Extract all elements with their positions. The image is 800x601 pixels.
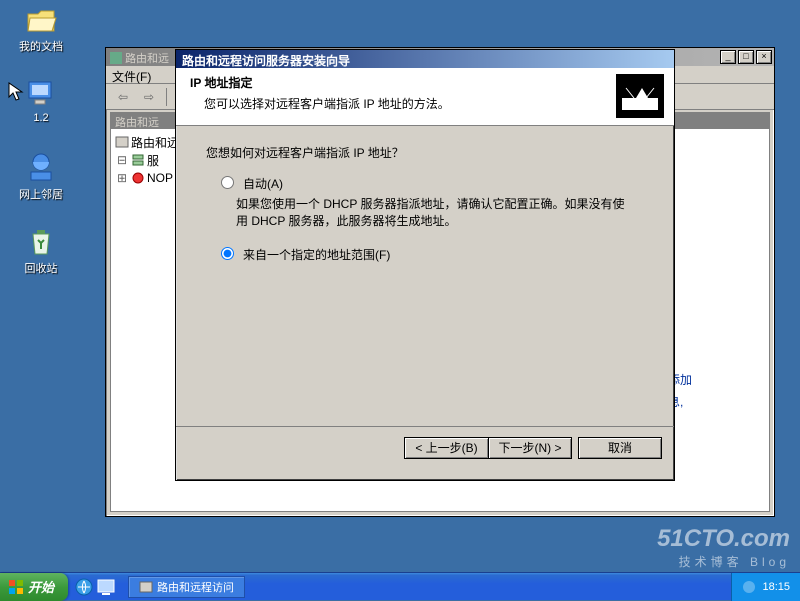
mmc-child-title-text: 路由和远 <box>115 117 159 129</box>
desktop-icon-label: 网上邻居 <box>6 186 76 202</box>
radio-range-label: 来自一个指定的地址范围(F) <box>243 246 390 263</box>
wizard-header-icon <box>616 74 664 118</box>
radio-range[interactable] <box>221 247 234 260</box>
wizard-dialog: 路由和远程访问服务器安装向导 IP 地址指定 您可以选择对远程客户端指派 IP … <box>175 49 675 481</box>
radio-option-auto[interactable]: 自动(A) <box>216 175 644 192</box>
cancel-button[interactable]: 取消 <box>578 437 662 459</box>
ie-icon[interactable] <box>74 577 94 597</box>
next-button[interactable]: 下一步(N) > <box>488 437 572 459</box>
tree-collapse-icon[interactable]: ⊟ <box>115 153 129 167</box>
desktop-icon-label: 回收站 <box>6 260 76 276</box>
wizard-nav-buttons: < 上一步(B) 下一步(N) > <box>404 437 572 459</box>
windows-logo-icon <box>8 579 24 595</box>
folder-open-icon <box>25 4 57 36</box>
maximize-button[interactable]: □ <box>738 50 754 64</box>
app-icon <box>110 52 122 64</box>
tree-label: 路由和远 <box>131 134 179 151</box>
watermark-small: 技术博客 Blog <box>657 553 790 570</box>
radio-auto-label: 自动(A) <box>243 175 283 192</box>
tree-label: NOP <box>147 171 173 185</box>
start-button[interactable]: 开始 <box>0 573 68 601</box>
toolbar-forward-button[interactable]: ⇨ <box>138 87 160 107</box>
taskbar: 开始 路由和远程访问 18:15 <box>0 572 800 600</box>
wizard-body: 您想如何对远程客户端指派 IP 地址？ 自动(A) 如果您使用一个 DHCP 服… <box>176 126 674 426</box>
desktop-icon-network[interactable]: 网上邻居 <box>6 152 76 202</box>
tree-label: 服 <box>147 152 159 169</box>
menu-file[interactable]: 文件(F) <box>112 70 151 84</box>
desktop-icon-label: 我的文档 <box>6 38 76 54</box>
wizard-subheading: 您可以选择对远程客户端指派 IP 地址的方法。 <box>190 95 660 112</box>
wizard-footer: < 上一步(B) 下一步(N) > 取消 <box>176 426 674 468</box>
toolbar-separator <box>166 88 167 106</box>
watermark-big: 51CTO.com <box>657 525 790 553</box>
recycle-bin-icon <box>25 226 57 258</box>
wizard-question: 您想如何对远程客户端指派 IP 地址？ <box>206 144 644 161</box>
system-tray[interactable]: 18:15 <box>731 573 800 601</box>
close-button[interactable]: × <box>756 50 772 64</box>
clock: 18:15 <box>762 581 790 593</box>
task-label: 路由和远程访问 <box>157 579 234 595</box>
wizard-heading: IP 地址指定 <box>190 74 660 91</box>
network-places-icon <box>25 152 57 184</box>
tree-expand-icon[interactable]: ⊞ <box>115 171 129 185</box>
minimize-button[interactable]: _ <box>720 50 736 64</box>
radio-auto[interactable] <box>221 176 234 189</box>
quicklaunch <box>68 577 122 597</box>
watermark: 51CTO.com 技术博客 Blog <box>657 525 790 570</box>
desktop-icon-computer[interactable]: 1.2 <box>6 78 76 124</box>
desktop-show-icon[interactable] <box>96 577 116 597</box>
desktop-icon-label: 1.2 <box>6 112 76 124</box>
taskbar-button-rras[interactable]: 路由和远程访问 <box>128 576 245 598</box>
computer-icon <box>25 78 57 110</box>
radio-auto-description: 如果您使用一个 DHCP 服务器指派地址，请确认它配置正确。如果没有使用 DHC… <box>236 196 626 230</box>
mmc-title-text: 路由和远 <box>125 53 169 65</box>
wizard-title-text: 路由和远程访问服务器安装向导 <box>182 54 350 68</box>
start-label: 开始 <box>28 577 54 596</box>
wizard-titlebar[interactable]: 路由和远程访问服务器安装向导 <box>176 50 674 68</box>
toolbar-back-button[interactable]: ⇦ <box>112 87 134 107</box>
desktop-icon-documents[interactable]: 我的文档 <box>6 4 76 54</box>
wizard-header: IP 地址指定 您可以选择对远程客户端指派 IP 地址的方法。 <box>176 68 674 126</box>
desktop-icon-recycle[interactable]: 回收站 <box>6 226 76 276</box>
back-button[interactable]: < 上一步(B) <box>404 437 488 459</box>
stop-icon <box>131 171 145 185</box>
mmc-task-icon <box>139 580 153 594</box>
radio-option-range[interactable]: 来自一个指定的地址范围(F) <box>216 246 644 263</box>
server-icon <box>115 135 129 149</box>
server-stack-icon <box>131 153 145 167</box>
tray-icon[interactable] <box>742 580 756 594</box>
